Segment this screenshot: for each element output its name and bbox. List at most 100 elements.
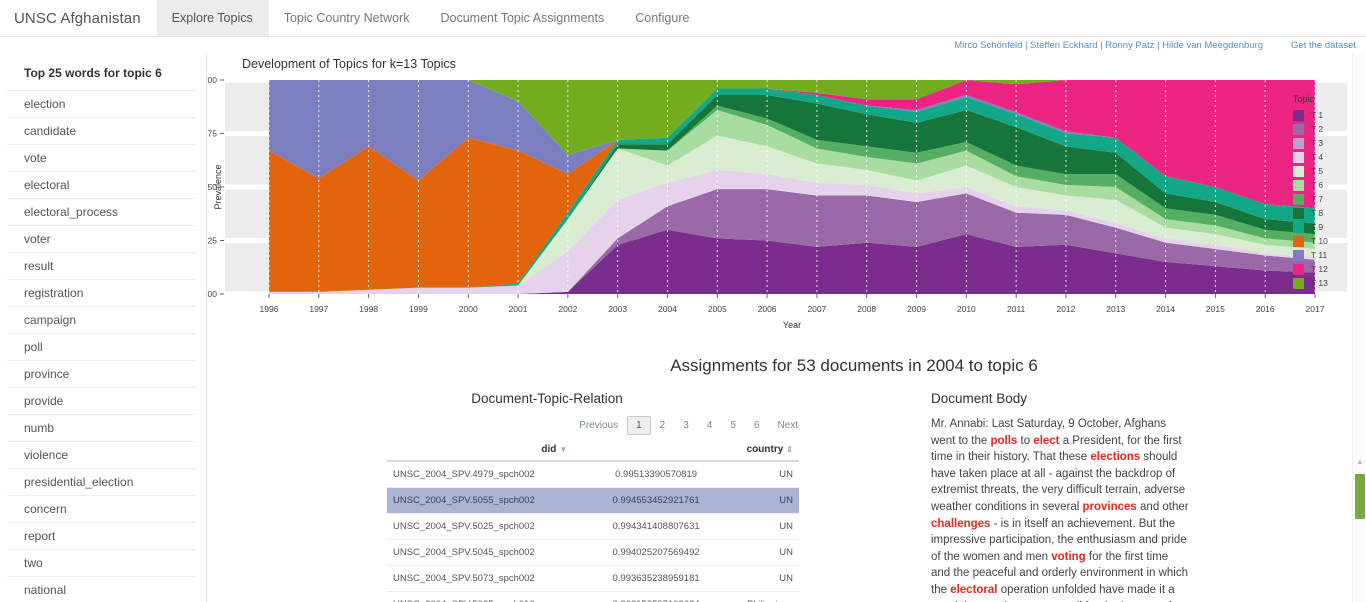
- legend-swatch-icon: [1293, 249, 1304, 261]
- top-word-item[interactable]: voter: [7, 226, 196, 253]
- document-body-title: Document Body: [931, 391, 1028, 406]
- cell-country: UN: [721, 565, 799, 592]
- tab-explore-topics[interactable]: Explore Topics: [156, 0, 269, 36]
- svg-text:1999: 1999: [409, 304, 428, 314]
- legend-item[interactable]: T 4: [1293, 150, 1328, 164]
- top-word-item[interactable]: result: [7, 253, 196, 280]
- top-word-item[interactable]: violence: [7, 442, 196, 469]
- svg-text:0.00: 0.00: [207, 289, 217, 299]
- top-word-item[interactable]: campaign: [7, 307, 196, 334]
- top-word-item[interactable]: concern: [7, 496, 196, 523]
- pagination-page-2[interactable]: 2: [651, 416, 675, 435]
- get-dataset-link[interactable]: Get the dataset: [1291, 40, 1356, 51]
- pagination-page-4[interactable]: 4: [698, 416, 722, 435]
- svg-text:2007: 2007: [807, 304, 826, 314]
- table-row[interactable]: UNSC_2004_SPV.5025_spch0100.962158597109…: [387, 591, 799, 602]
- table-head: did ▼ country ⇕: [387, 441, 799, 462]
- top-word-item[interactable]: registration: [7, 280, 196, 307]
- credit-bar: Mirco Schönfeld | Steffen Eckhard | Ronn…: [0, 37, 1366, 54]
- authors-credits[interactable]: Mirco Schönfeld | Steffen Eckhard | Ronn…: [954, 40, 1263, 51]
- highlighted-term: challenges: [931, 517, 991, 530]
- document-topic-table: did ▼ country ⇕ UNSC_2004_SPV.4979_spch002…: [387, 441, 799, 602]
- top-word-item[interactable]: candidate: [7, 118, 196, 145]
- top-words-sidebar: Top 25 words for topic 6 election candida…: [0, 54, 207, 602]
- top-word-item[interactable]: vote: [7, 145, 196, 172]
- tab-document-topic-assignments[interactable]: Document Topic Assignments: [425, 0, 620, 36]
- legend-swatch-icon: [1293, 235, 1304, 247]
- column-header-did-label: did: [541, 444, 557, 455]
- top-words-list: election candidate vote electoral electoral_…: [0, 91, 206, 602]
- svg-text:2013: 2013: [1106, 304, 1125, 314]
- sort-descending-icon[interactable]: ▼: [559, 445, 567, 454]
- top-word-item[interactable]: electoral_process: [7, 199, 196, 226]
- tab-topic-country-network[interactable]: Topic Country Network: [269, 0, 426, 36]
- table-body: UNSC_2004_SPV.4979_spch002 0.995133905708…: [387, 461, 799, 602]
- legend-label: T 6: [1311, 180, 1324, 190]
- top-word-item[interactable]: report: [7, 523, 196, 550]
- pagination-next[interactable]: Next: [768, 416, 807, 435]
- legend-item[interactable]: T 13: [1293, 276, 1328, 290]
- document-text-segment: and other: [1136, 500, 1189, 513]
- pagination-page-1[interactable]: 1: [627, 416, 651, 435]
- pagination-previous[interactable]: Previous: [570, 416, 627, 435]
- pagination-page-5[interactable]: 5: [721, 416, 745, 435]
- legend-item[interactable]: T 12: [1293, 262, 1328, 276]
- column-header-country[interactable]: country ⇕: [721, 441, 799, 462]
- column-header-did[interactable]: did ▼: [387, 441, 722, 462]
- table-row[interactable]: UNSC_2004_SPV.5045_spch002 0.994025207569…: [387, 539, 799, 566]
- app-brand[interactable]: UNSC Afghanistan: [0, 0, 157, 36]
- svg-text:2006: 2006: [758, 304, 777, 314]
- scroll-up-arrow-icon[interactable]: ▲: [1356, 458, 1364, 466]
- top-word-item[interactable]: election: [7, 91, 196, 118]
- chart-legend: Topic T 1T 2T 3T 4T 5T 6T 7T 8T 9T 10 T 1…: [1293, 94, 1328, 290]
- pagination-page-3[interactable]: 3: [674, 416, 698, 435]
- legend-label: T 10: [1311, 236, 1328, 246]
- cell-country: UN: [721, 487, 799, 514]
- chart-svg[interactable]: 0.000.250.500.751.00Prevalence1996199719…: [207, 72, 1347, 346]
- top-word-item[interactable]: electoral: [7, 172, 196, 199]
- legend-item[interactable]: T 2: [1293, 122, 1328, 136]
- cell-value: 0.962158597109634: [590, 591, 722, 602]
- top-word-item[interactable]: provide: [7, 388, 196, 415]
- top-word-item[interactable]: two: [7, 550, 196, 577]
- top-word-item[interactable]: province: [7, 361, 196, 388]
- svg-text:2008: 2008: [857, 304, 876, 314]
- document-body-text: Mr. Annabi: Last Saturday, 9 October, Af…: [931, 416, 1189, 602]
- svg-text:Year: Year: [783, 320, 801, 330]
- svg-text:2011: 2011: [1007, 304, 1026, 314]
- top-word-item[interactable]: numb: [7, 415, 196, 442]
- table-row[interactable]: UNSC_2004_SPV.4979_spch002 0.995133905708…: [387, 461, 799, 488]
- sort-both-icon[interactable]: ⇕: [786, 445, 793, 454]
- legend-item[interactable]: T 11: [1293, 248, 1328, 262]
- legend-label: T 9: [1311, 222, 1324, 232]
- svg-text:2002: 2002: [558, 304, 577, 314]
- legend-item[interactable]: T 10: [1293, 234, 1328, 248]
- legend-item[interactable]: T 5: [1293, 164, 1328, 178]
- legend-item[interactable]: T 6: [1293, 178, 1328, 192]
- legend-swatch-icon: [1293, 207, 1304, 219]
- sidebar-title: Top 25 words for topic 6: [7, 54, 196, 91]
- legend-item[interactable]: T 3: [1293, 136, 1328, 150]
- legend-item[interactable]: T 1: [1293, 108, 1328, 122]
- table-row[interactable]: UNSC_2004_SPV.5055_spch002 0.994553452921…: [387, 487, 799, 514]
- page-scrollbar[interactable]: ▲: [1352, 54, 1366, 602]
- cell-value: 0.994025207569492: [590, 539, 722, 566]
- legend-label: T 11: [1311, 250, 1328, 260]
- table-row[interactable]: UNSC_2004_SPV.5073_spch002 0.993635238959…: [387, 565, 799, 592]
- top-word-item[interactable]: presidential_election: [7, 469, 196, 496]
- pagination-page-6[interactable]: 6: [745, 416, 769, 435]
- legend-item[interactable]: T 9: [1293, 220, 1328, 234]
- svg-text:Prevalence: Prevalence: [213, 164, 223, 209]
- legend-item[interactable]: T 8: [1293, 206, 1328, 220]
- tab-configure[interactable]: Configure: [620, 0, 705, 36]
- legend-label: T 13: [1311, 278, 1328, 288]
- svg-text:2009: 2009: [907, 304, 926, 314]
- scrollbar-thumb[interactable]: [1355, 474, 1365, 519]
- top-word-item[interactable]: poll: [7, 334, 196, 361]
- svg-text:2014: 2014: [1156, 304, 1175, 314]
- svg-text:2012: 2012: [1056, 304, 1075, 314]
- legend-item[interactable]: T 7: [1293, 192, 1328, 206]
- svg-text:2010: 2010: [957, 304, 976, 314]
- top-word-item[interactable]: national: [7, 577, 196, 602]
- table-row[interactable]: UNSC_2004_SPV.5025_spch002 0.994341408807…: [387, 513, 799, 540]
